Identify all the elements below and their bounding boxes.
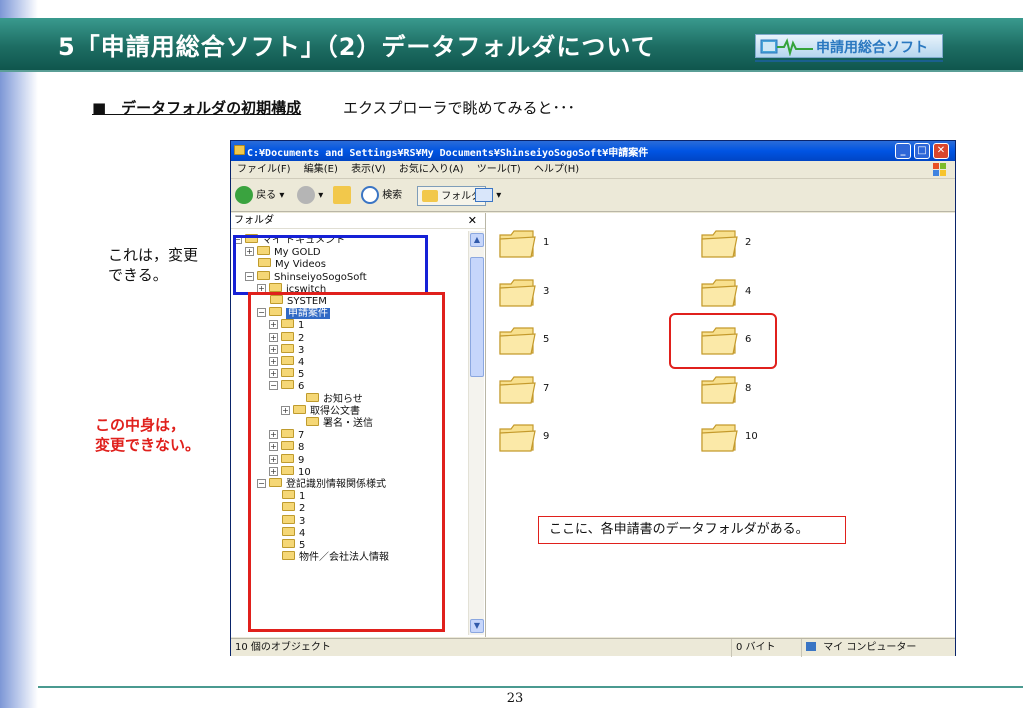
- folder-icon[interactable]: [497, 227, 537, 261]
- folder-icon[interactable]: [497, 276, 537, 310]
- forward-button[interactable]: ▾: [297, 186, 323, 206]
- tree-scrollbar[interactable]: ▲ ▼: [468, 231, 484, 635]
- views-button[interactable]: ▾: [475, 186, 501, 206]
- up-folder-icon: [333, 186, 351, 204]
- folder-label[interactable]: 10: [745, 431, 758, 442]
- folder-label[interactable]: 1: [543, 237, 549, 248]
- folder-title-icon: [234, 145, 245, 155]
- note-not-changeable: この中身は， 変更できない。: [95, 415, 200, 455]
- folder-label[interactable]: 3: [543, 286, 549, 297]
- slide-side-strip: [0, 0, 38, 708]
- search-icon: [361, 186, 379, 204]
- status-bar: 10 個のオブジェクト 0 バイト マイ コンピューター: [231, 638, 955, 657]
- folder-label[interactable]: 7: [543, 383, 549, 394]
- section-heading: ■ データフォルダの初期構成: [92, 99, 302, 117]
- tree-pane-header: フォルダ ✕: [231, 213, 485, 229]
- search-button[interactable]: 検索: [361, 186, 402, 206]
- page-number: 23: [506, 691, 524, 706]
- search-label: 検索: [382, 190, 403, 201]
- back-button[interactable]: 戻る ▾: [235, 186, 284, 206]
- section-subtitle: エクスプローラで眺めてみると･･･: [343, 99, 576, 117]
- tree-pane-title: フォルダ: [234, 215, 274, 226]
- folders-icon: [422, 190, 438, 202]
- forward-arrow-icon: [297, 186, 315, 204]
- folder-label[interactable]: 2: [745, 237, 751, 248]
- minimize-button[interactable]: _: [895, 143, 911, 159]
- window-title-text: C:¥Documents and Settings¥RS¥My Document…: [247, 148, 649, 159]
- status-size: 0 バイト: [731, 639, 801, 657]
- folder-icon[interactable]: [699, 276, 739, 310]
- note-changeable-line2: できる。: [108, 266, 168, 284]
- views-icon: [475, 188, 493, 202]
- folder-icon[interactable]: [699, 227, 739, 261]
- menu-view[interactable]: 表示(V): [351, 161, 386, 179]
- menu-file[interactable]: ファイル(F): [237, 161, 291, 179]
- window-titlebar[interactable]: C:¥Documents and Settings¥RS¥My Document…: [231, 141, 955, 161]
- close-button[interactable]: ✕: [933, 143, 949, 159]
- views-dropdown-icon[interactable]: ▾: [496, 190, 501, 201]
- computer-icon: [806, 642, 816, 651]
- slide-title: 5「申請用総合ソフト」（2）データフォルダについて: [58, 33, 656, 61]
- data-folder-callout: ここに、各申請書のデータフォルダがある。: [538, 516, 846, 544]
- header-divider: [0, 70, 1023, 72]
- toolbar: 戻る ▾ ▾ 検索 フォルダ ▾: [231, 180, 955, 212]
- maximize-button[interactable]: □: [914, 143, 930, 159]
- note-changeable-line1: これは，変更: [108, 246, 199, 264]
- menu-bar: ファイル(F) 編集(E) 表示(V) お気に入り(A) ツール(T) ヘルプ(…: [231, 161, 955, 179]
- folder-label[interactable]: 5: [543, 334, 549, 345]
- folder-content-pane: 1 2 3 4 5 6 7 8 9 10: [487, 213, 955, 637]
- footer-divider: [38, 686, 1023, 688]
- logo-graph-icon: [760, 38, 813, 56]
- folder-icon[interactable]: [497, 324, 537, 358]
- menu-help[interactable]: ヘルプ(H): [534, 161, 579, 179]
- folder-label[interactable]: 4: [745, 286, 751, 297]
- folder-6-highlight-box: [669, 313, 777, 369]
- back-dropdown-icon[interactable]: ▾: [279, 190, 284, 201]
- logo-text: 申請用総合ソフト: [816, 40, 928, 56]
- back-label: 戻る: [256, 190, 277, 201]
- back-arrow-icon: [235, 186, 253, 204]
- not-changeable-highlight-box: [248, 292, 445, 632]
- changeable-highlight-box: [233, 235, 428, 295]
- forward-dropdown-icon[interactable]: ▾: [318, 190, 323, 201]
- logo-underline: [755, 60, 943, 62]
- note-not-changeable-line2: 変更できない。: [95, 436, 201, 454]
- folder-label[interactable]: 9: [543, 431, 549, 442]
- folder-icon[interactable]: [497, 373, 537, 407]
- menu-favorites[interactable]: お気に入り(A): [399, 161, 464, 179]
- windows-logo-icon: [933, 163, 946, 176]
- note-not-changeable-line1: この中身は，: [95, 416, 186, 434]
- app-logo: 申請用総合ソフト: [755, 34, 943, 58]
- scroll-up-icon[interactable]: ▲: [470, 233, 484, 247]
- folder-icon[interactable]: [699, 421, 739, 455]
- status-object-count: 10 個のオブジェクト: [235, 642, 331, 653]
- up-folder-button[interactable]: [333, 186, 351, 206]
- folder-icon[interactable]: [497, 421, 537, 455]
- status-location-label: マイ コンピューター: [823, 642, 917, 653]
- scroll-down-icon[interactable]: ▼: [470, 619, 484, 633]
- note-changeable: これは，変更 できる。: [108, 245, 198, 285]
- menu-edit[interactable]: 編集(E): [304, 161, 338, 179]
- scroll-thumb[interactable]: [470, 257, 484, 377]
- status-location: マイ コンピューター: [801, 639, 955, 657]
- folder-label[interactable]: 8: [745, 383, 751, 394]
- folder-icon[interactable]: [699, 373, 739, 407]
- tree-pane-close-icon[interactable]: ✕: [468, 213, 477, 229]
- menu-tools[interactable]: ツール(T): [477, 161, 521, 179]
